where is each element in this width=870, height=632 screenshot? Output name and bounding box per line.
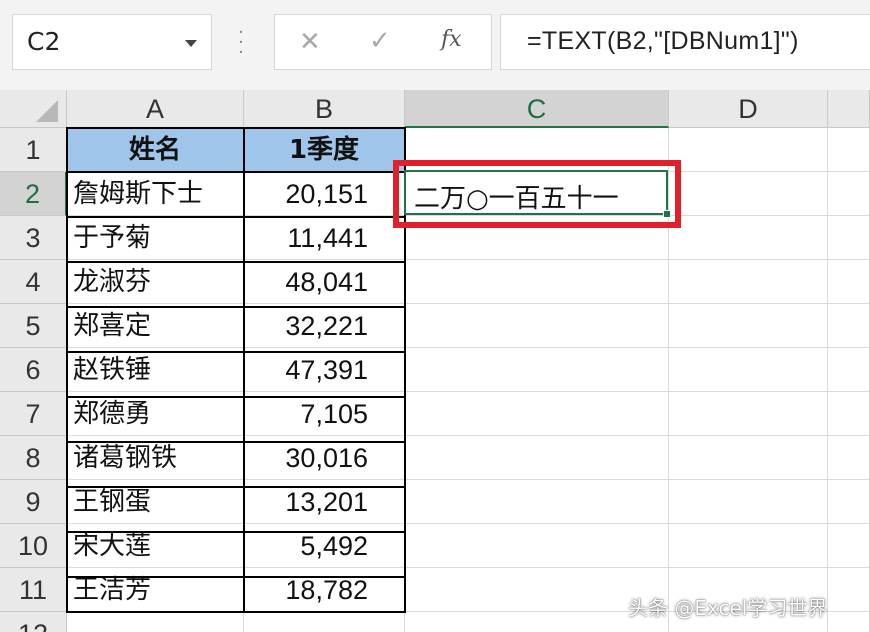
- enter-icon[interactable]: ✓: [369, 26, 391, 56]
- column-header-d[interactable]: D: [669, 90, 828, 128]
- empty-cell[interactable]: [244, 612, 405, 632]
- table-row-q1[interactable]: 30,016: [244, 436, 405, 480]
- empty-cell[interactable]: [669, 436, 828, 480]
- empty-cell[interactable]: [669, 392, 828, 436]
- header-cell-q1[interactable]: 1季度: [244, 128, 405, 172]
- table-row-name[interactable]: 郑德勇: [67, 392, 244, 436]
- empty-cell[interactable]: [405, 304, 669, 348]
- row-header-10[interactable]: 10: [0, 524, 67, 568]
- column-header-b[interactable]: B: [244, 90, 405, 128]
- table-row-name[interactable]: 宋大莲: [67, 524, 244, 568]
- table-row-q1[interactable]: 18,782: [244, 568, 405, 612]
- chevron-down-icon[interactable]: [185, 40, 197, 47]
- empty-cell[interactable]: [405, 348, 669, 392]
- empty-cell[interactable]: [828, 392, 870, 436]
- empty-cell[interactable]: [669, 348, 828, 392]
- column-header-c[interactable]: C: [405, 90, 669, 128]
- empty-cell[interactable]: [669, 524, 828, 568]
- cell-e1[interactable]: [828, 128, 870, 172]
- name-box-value: C2: [27, 27, 61, 56]
- empty-cell[interactable]: [828, 260, 870, 304]
- empty-cell[interactable]: [828, 524, 870, 568]
- table-row-name[interactable]: 詹姆斯下士: [67, 172, 244, 216]
- row-header-6[interactable]: 6: [0, 348, 67, 392]
- insert-function-icon[interactable]: fx: [441, 27, 462, 52]
- table-row-name[interactable]: 赵铁锤: [67, 348, 244, 392]
- empty-cell[interactable]: [405, 392, 669, 436]
- table-row-q1[interactable]: 13,201: [244, 480, 405, 524]
- table-row-name[interactable]: 于予菊: [67, 216, 244, 260]
- row-header-1[interactable]: 1: [0, 128, 67, 172]
- empty-cell[interactable]: [828, 348, 870, 392]
- cancel-icon[interactable]: ✕: [299, 27, 321, 57]
- empty-cell[interactable]: [828, 436, 870, 480]
- column-header-e[interactable]: [828, 90, 870, 128]
- select-all-corner[interactable]: [0, 90, 67, 128]
- empty-cell[interactable]: [405, 480, 669, 524]
- empty-cell[interactable]: [828, 612, 870, 632]
- table-row-q1[interactable]: 47,391: [244, 348, 405, 392]
- empty-cell[interactable]: [828, 172, 870, 216]
- empty-cell[interactable]: [828, 304, 870, 348]
- highlight-annotation: [393, 160, 681, 228]
- drag-handle-icon[interactable]: · · ·: [236, 24, 246, 62]
- empty-cell[interactable]: [669, 480, 828, 524]
- empty-cell[interactable]: [669, 260, 828, 304]
- empty-cell[interactable]: [405, 436, 669, 480]
- row-header-8[interactable]: 8: [0, 436, 67, 480]
- table-row-q1[interactable]: 11,441: [244, 216, 405, 260]
- empty-cell[interactable]: [67, 612, 244, 632]
- table-row-name[interactable]: 龙淑芬: [67, 260, 244, 304]
- formula-input[interactable]: =TEXT(B2,"[DBNum1]"): [500, 14, 870, 70]
- row-header-11[interactable]: 11: [0, 568, 67, 612]
- name-box[interactable]: C2: [12, 14, 212, 70]
- empty-cell[interactable]: [828, 216, 870, 260]
- empty-cell[interactable]: [828, 568, 870, 612]
- formula-bar: C2 · · · ✕ ✓ fx =TEXT(B2,"[DBNum1]"): [0, 0, 870, 90]
- column-header-a[interactable]: A: [67, 90, 244, 128]
- table-row-q1[interactable]: 7,105: [244, 392, 405, 436]
- table-row-name[interactable]: 王钢蛋: [67, 480, 244, 524]
- table-row-name[interactable]: 郑喜定: [67, 304, 244, 348]
- row-header-3[interactable]: 3: [0, 216, 67, 260]
- row-header-2[interactable]: 2: [0, 172, 67, 216]
- formula-buttons: ✕ ✓ fx: [274, 14, 492, 70]
- row-header-12[interactable]: 12: [0, 612, 67, 632]
- empty-cell[interactable]: [669, 216, 828, 260]
- spreadsheet-grid: A B C D 1 2 3 4 5 6 7 8 9 10 11 12 姓名 1季…: [0, 90, 870, 632]
- table-row-q1[interactable]: 32,221: [244, 304, 405, 348]
- empty-cell[interactable]: [405, 524, 669, 568]
- formula-text: =TEXT(B2,"[DBNum1]"): [527, 27, 799, 55]
- row-header-5[interactable]: 5: [0, 304, 67, 348]
- empty-cell[interactable]: [405, 260, 669, 304]
- empty-cell[interactable]: [669, 304, 828, 348]
- empty-cell[interactable]: [669, 172, 828, 216]
- table-row-name[interactable]: 王洁芳: [67, 568, 244, 612]
- watermark: 头条 @Excel学习世界: [628, 596, 828, 620]
- cell-d1[interactable]: [669, 128, 828, 172]
- row-header-4[interactable]: 4: [0, 260, 67, 304]
- empty-cell[interactable]: [828, 480, 870, 524]
- table-row-q1[interactable]: 5,492: [244, 524, 405, 568]
- table-row-q1[interactable]: 20,151: [244, 172, 405, 216]
- select-all-icon: [36, 100, 58, 122]
- row-header-9[interactable]: 9: [0, 480, 67, 524]
- table-row-q1[interactable]: 48,041: [244, 260, 405, 304]
- table-row-name[interactable]: 诸葛钢铁: [67, 436, 244, 480]
- header-cell-name[interactable]: 姓名: [67, 128, 244, 172]
- row-header-7[interactable]: 7: [0, 392, 67, 436]
